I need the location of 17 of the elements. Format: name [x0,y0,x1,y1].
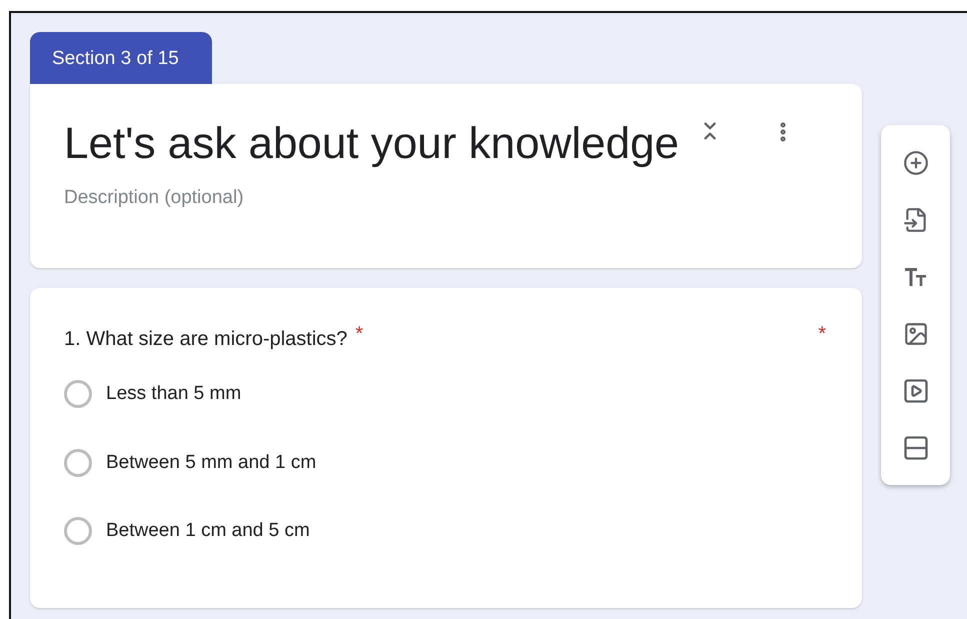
video-icon [902,376,930,404]
radio-button[interactable] [64,448,92,477]
title-text-icon [904,266,928,286]
option-label: Between 5 mm and 1 cm [106,450,316,474]
image-icon [902,320,928,346]
question-title: 1. What size are micro-plastics? [64,327,348,352]
section-icon [902,434,930,462]
required-asterisk: * [355,324,364,344]
radio-button[interactable] [64,380,92,408]
required-asterisk: * [818,324,826,344]
plus-circle-icon [902,150,928,176]
section-title: Let's ask about your knowledge [64,118,680,170]
description-field[interactable]: Description (optional) [64,184,828,212]
option-label: Less than 5 mm [106,382,242,406]
file-import-icon [902,206,928,232]
radio-button[interactable] [64,517,92,546]
option-label: Between 1 cm and 5 cm [106,519,310,543]
